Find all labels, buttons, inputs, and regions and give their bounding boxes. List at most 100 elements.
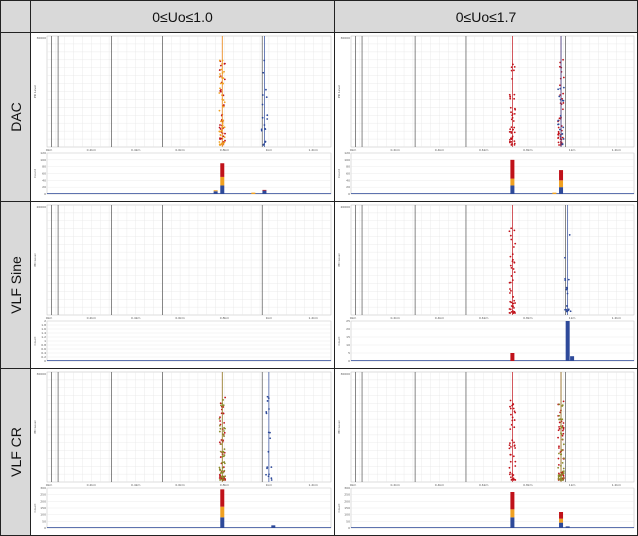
scatter-point xyxy=(220,404,222,407)
scatter-point xyxy=(558,421,561,424)
scatter-point xyxy=(510,301,513,304)
histogram-y-tick: 0 xyxy=(348,359,350,363)
scatter-point xyxy=(509,399,512,402)
scatter-point xyxy=(564,256,566,259)
scatter-point xyxy=(223,431,226,434)
histogram-y-tick: 300 xyxy=(40,486,46,490)
scatter-point xyxy=(510,413,512,416)
scatter-point xyxy=(513,229,516,232)
scatter-point xyxy=(261,103,264,106)
scatter-point xyxy=(219,82,222,85)
chart-svg: PD Level 20000 0km 0.2km 0.4km 0.6km 0.8km 1km 1… xyxy=(33,204,332,363)
histogram-y-tick: 10 xyxy=(346,343,350,347)
scatter-point xyxy=(513,97,516,100)
scatter-point xyxy=(220,68,223,71)
scatter-point xyxy=(262,71,265,74)
histogram-y-tick: 0 xyxy=(348,526,350,530)
scatter-point xyxy=(511,258,514,261)
scatter-point xyxy=(557,88,560,91)
x-tick-label: 0.8km xyxy=(523,148,533,152)
scatter-point xyxy=(562,467,565,470)
scatter-point xyxy=(560,477,562,480)
x-tick-label: 0.6km xyxy=(479,483,489,487)
scatter-point xyxy=(510,266,513,269)
scatter-point xyxy=(509,255,512,258)
scatter-point xyxy=(562,58,564,61)
scatter-point xyxy=(562,86,565,89)
scatter-point xyxy=(511,419,514,422)
scatter-point xyxy=(509,476,512,479)
histogram-y-tick: 250 xyxy=(344,493,350,497)
scatter-point xyxy=(511,302,514,305)
scatter-point xyxy=(562,138,565,140)
chart-cell: PD Level 30000 0km 0.2km 0.4km 0.6km 0.8km 1km 1… xyxy=(334,32,638,202)
histogram-y-tick: 20 xyxy=(42,185,46,189)
histogram-y-label: Count xyxy=(337,503,341,513)
scatter-point xyxy=(262,144,265,146)
scatter-point xyxy=(565,310,568,313)
histogram-bar xyxy=(510,185,515,194)
scatter-point xyxy=(270,479,273,481)
scatter-point xyxy=(561,461,564,464)
scatter-point xyxy=(218,59,221,62)
x-tick-label: 0km xyxy=(46,148,53,152)
scatter-point xyxy=(509,442,511,445)
scatter-point xyxy=(561,438,564,441)
histogram-bar xyxy=(262,189,267,191)
scatter-point xyxy=(557,130,560,133)
histogram-bar xyxy=(220,517,225,528)
x-tick-label: 1km xyxy=(266,148,273,152)
x-tick-label: 0.6km xyxy=(175,483,185,487)
scatter-point xyxy=(511,143,513,145)
scatter-point xyxy=(558,144,560,146)
scatter-point xyxy=(219,128,222,130)
histogram-y-tick: 150 xyxy=(40,506,46,510)
scatter-point xyxy=(560,432,562,435)
column-header-1: 0≤Uo≤1.0 xyxy=(30,0,335,33)
scatter-point xyxy=(557,436,559,439)
scatter-point xyxy=(224,475,227,478)
scatter-point xyxy=(223,126,226,129)
histogram-y-tick: 50 xyxy=(42,519,46,523)
scatter-point xyxy=(513,143,516,146)
scatter-point xyxy=(509,128,512,131)
scatter-point xyxy=(264,127,266,130)
scatter-point xyxy=(509,137,512,140)
histogram-y-tick: 40 xyxy=(42,178,46,182)
x-tick-label: 0.6km xyxy=(479,316,489,320)
scatter-point xyxy=(511,279,514,281)
chart-svg: PD Level 30000 0km 0.2km 0.4km 0.6km 0.8km 1km 1… xyxy=(33,35,332,196)
scatter-point xyxy=(222,476,224,479)
scatter-y-label: PD Level xyxy=(337,420,341,433)
histogram-y-tick: 200 xyxy=(344,499,350,503)
x-tick-label: 0km xyxy=(350,316,357,320)
scatter-point xyxy=(561,429,564,432)
scatter-point xyxy=(560,474,563,477)
scatter-point xyxy=(509,471,512,474)
scatter-point xyxy=(223,78,226,81)
chart-cell: PD Level 20000 0km 0.2km 0.4km 0.6km 0.8km 1km 1… xyxy=(30,201,335,369)
scatter-point xyxy=(509,96,512,98)
scatter-point xyxy=(223,478,225,481)
histogram-bar xyxy=(565,526,570,528)
x-tick-label: 0km xyxy=(350,148,357,152)
histogram-y-tick: 100 xyxy=(40,158,46,162)
scatter-point xyxy=(218,466,221,469)
scatter-point xyxy=(219,124,221,126)
scatter-point xyxy=(512,474,515,476)
scatter-point xyxy=(513,299,516,302)
histogram-y-tick: 300 xyxy=(344,486,350,490)
scatter-point xyxy=(514,465,517,467)
scatter-point xyxy=(557,126,560,129)
scatter-point xyxy=(513,426,516,429)
scatter-point xyxy=(562,476,565,479)
chart-svg: PD Level 20000 0km 0.2km 0.4km 0.6km 0.8km 1km 1… xyxy=(337,204,635,363)
scatter-point xyxy=(559,114,562,117)
scatter-point xyxy=(562,126,565,129)
scatter-point xyxy=(223,62,226,65)
scatter-point xyxy=(510,118,513,121)
scatter-point xyxy=(223,136,226,139)
x-tick-label: 0.8km xyxy=(523,483,533,487)
scatter-point xyxy=(508,312,511,314)
scatter-point xyxy=(513,65,516,68)
